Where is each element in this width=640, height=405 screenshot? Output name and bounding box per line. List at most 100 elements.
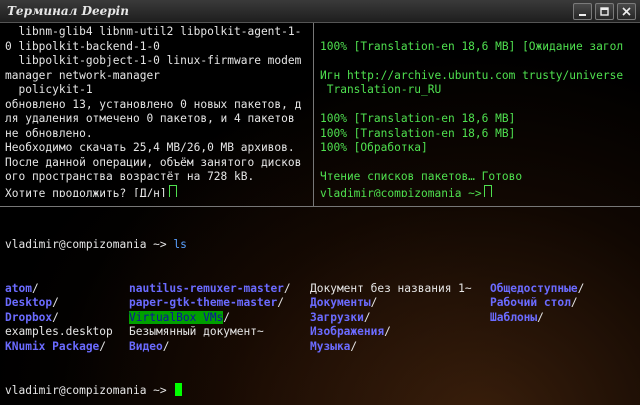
terminal-line-text: policykit-1 (5, 83, 93, 96)
terminal-window: Терминал Deepin libnm-glib4 libnm-util2 … (0, 0, 640, 405)
dir-slash: / (99, 339, 107, 353)
terminal-line: После данной операции, объём занятого ди… (5, 156, 310, 171)
terminal-pane-bottom[interactable]: vladimir@compizomania ~> ls atom/nautilu… (5, 209, 635, 399)
ls-dir-entry: VirtualBox VMs/ (129, 310, 231, 326)
terminal-line-text: Хотите продолжить? [Д/н] (5, 186, 167, 198)
ls-file-entry: examples.desktop (5, 325, 113, 340)
terminal-line-text: Translation-ru_RU (320, 83, 442, 96)
terminal-line-text: ого пространства возрастёт на 728 kB. (5, 170, 255, 183)
entry-name: VirtualBox VMs (129, 310, 224, 324)
dir-slash: / (283, 281, 291, 295)
minimize-button[interactable] (573, 3, 592, 20)
minimize-icon (579, 14, 586, 16)
ls-dir-entry: paper-gtk-theme-master/ (129, 296, 284, 311)
terminal-line-text: 100% [Обработка] (320, 141, 428, 154)
terminal-line: Чтение списков пакетов… Готово (320, 170, 636, 185)
ls-dir-entry: Загрузки/ (310, 311, 371, 326)
dir-slash: / (350, 339, 358, 353)
entry-name: Desktop (5, 296, 53, 309)
terminal-line: ого пространства возрастёт на 728 kB. (5, 170, 310, 185)
ls-dir-entry: Музыка/ (310, 340, 357, 355)
entry-name: Шаблоны (490, 310, 538, 324)
prompt: vladimir@compizomania ~> (5, 238, 167, 251)
terminal-line: Translation-ru_RU (320, 83, 636, 98)
terminal-line: libpolkit-gobject-1-0 linux-firmware mod… (5, 54, 310, 69)
dir-slash: / (537, 310, 544, 324)
entry-name: Документ без названия 1~ (310, 281, 472, 295)
entry-name: examples.desktop (5, 325, 113, 338)
ls-dir-entry: Изображения/ (310, 325, 391, 340)
dir-slash: / (277, 296, 284, 309)
entry-name: Видео (129, 339, 163, 353)
ls-row: examples.desktop Безымянный документ~ Изоб… (5, 325, 635, 340)
window-title: Терминал Deepin (7, 4, 129, 18)
terminal-line-text: 100% [Translation-en 18,6 MB] (320, 112, 516, 125)
entry-name: Общедоступные (490, 281, 578, 295)
close-button[interactable] (617, 3, 636, 20)
terminal-line-text: не обновлено. (5, 126, 93, 140)
entry-name: atom (5, 281, 32, 295)
ls-row: atom/nautilus-remuxer-master/Документ бе… (5, 282, 635, 297)
ls-dir-entry: Документы/ (310, 296, 377, 311)
terminal-line: 100% [Обработка] (320, 141, 636, 156)
entry-name: Документы (310, 296, 371, 309)
ls-dir-entry: Общедоступные/ (490, 282, 584, 297)
entry-name: paper-gtk-theme-master (129, 296, 278, 309)
text-cursor (483, 184, 492, 197)
ls-row: Dropbox/VirtualBox VMs/Загрузки/Шаблоны/ (5, 310, 635, 326)
maximize-button[interactable] (595, 3, 614, 20)
entry-name: Загрузки (310, 310, 364, 324)
terminal-line: ля удаления отмечено 0 пакетов, и 4 паке… (5, 112, 310, 127)
text-cursor (168, 184, 177, 197)
final-prompt: vladimir@compizomania ~> (5, 384, 167, 397)
ls-output: atom/nautilus-remuxer-master/Документ бе… (5, 282, 635, 355)
ls-dir-entry: Рабочий стол/ (490, 296, 578, 311)
terminal-line: manager network-manager (5, 69, 310, 84)
entry-name: Dropbox (5, 310, 53, 324)
terminal-line: 100% [Translation-en 18,6 MB] (320, 127, 636, 142)
terminal-pane-right[interactable]: 100% [Translation-en 18,6 MB] [Ожидание … (320, 25, 636, 197)
close-icon (622, 7, 631, 16)
terminal-line: 100% [Translation-en 18,6 MB] [Ожидание … (320, 40, 636, 55)
terminal-line-text: обновлено 13, установлено 0 новых пакето… (5, 97, 302, 111)
terminal-line: обновлено 13, установлено 0 новых пакето… (5, 98, 310, 113)
terminal-line: policykit-1 (5, 83, 310, 98)
split-divider-horizontal[interactable] (0, 206, 640, 207)
dir-slash: / (370, 296, 378, 309)
terminal-line: 100% [Translation-en 18,6 MB] (320, 112, 636, 127)
entry-name: Музыка (310, 339, 351, 353)
terminal-line-text: libnm-glib4 libnm-util2 libpolkit-agent-… (5, 25, 302, 38)
terminal-line-text: После данной операции, объём занятого ди… (5, 155, 302, 169)
terminal-line: vladimir@compizomania ~> (320, 184, 636, 198)
dir-slash: / (52, 296, 59, 309)
entry-name: nautilus-remuxer-master (129, 281, 284, 295)
dir-slash: / (577, 281, 585, 295)
terminal-line-text: Чтение списков пакетов… Готово (320, 170, 523, 183)
terminal-line: Игн http://archive.ubuntu.com trusty/uni… (320, 69, 636, 84)
terminal-pane-left[interactable]: libnm-glib4 libnm-util2 libpolkit-agent-… (5, 25, 310, 197)
ls-dir-entry: KNumix Package/ (5, 340, 106, 355)
terminal-line-text: 0 libpolkit-backend-1-0 (5, 39, 160, 53)
dir-slash: / (162, 339, 170, 353)
ls-row: KNumix Package/Видео/Музыка/ (5, 340, 635, 355)
terminal-line-text: Игн http://archive.ubuntu.com trusty/uni… (320, 68, 624, 82)
terminal-line: Хотите продолжить? [Д/н] (5, 184, 310, 198)
title-bar[interactable]: Терминал Deepin (0, 0, 640, 23)
terminal-line-text: Необходимо скачать 25,4 МВ/26,0 МВ архив… (5, 141, 295, 154)
terminal-line: Необходимо скачать 25,4 МВ/26,0 МВ архив… (5, 141, 310, 156)
ls-dir-entry: Видео/ (129, 340, 169, 355)
dir-slash: / (223, 310, 231, 324)
split-divider-vertical[interactable] (313, 23, 314, 206)
terminal-line-text: ля удаления отмечено 0 пакетов, и 4 паке… (5, 112, 295, 125)
prompt-line: vladimir@compizomania ~> ls (5, 238, 635, 253)
ls-file-entry: Документ без названия 1~ (310, 282, 472, 297)
entry-name: KNumix Package (5, 339, 100, 353)
terminal-line-text: 100% [Translation-en 18,6 MB] [Ожидание … (320, 39, 624, 53)
terminal-line-text: vladimir@compizomania ~> (320, 186, 482, 198)
maximize-icon (600, 7, 609, 16)
command-text: ls (173, 238, 187, 251)
final-prompt-line: vladimir@compizomania ~> (5, 383, 635, 398)
